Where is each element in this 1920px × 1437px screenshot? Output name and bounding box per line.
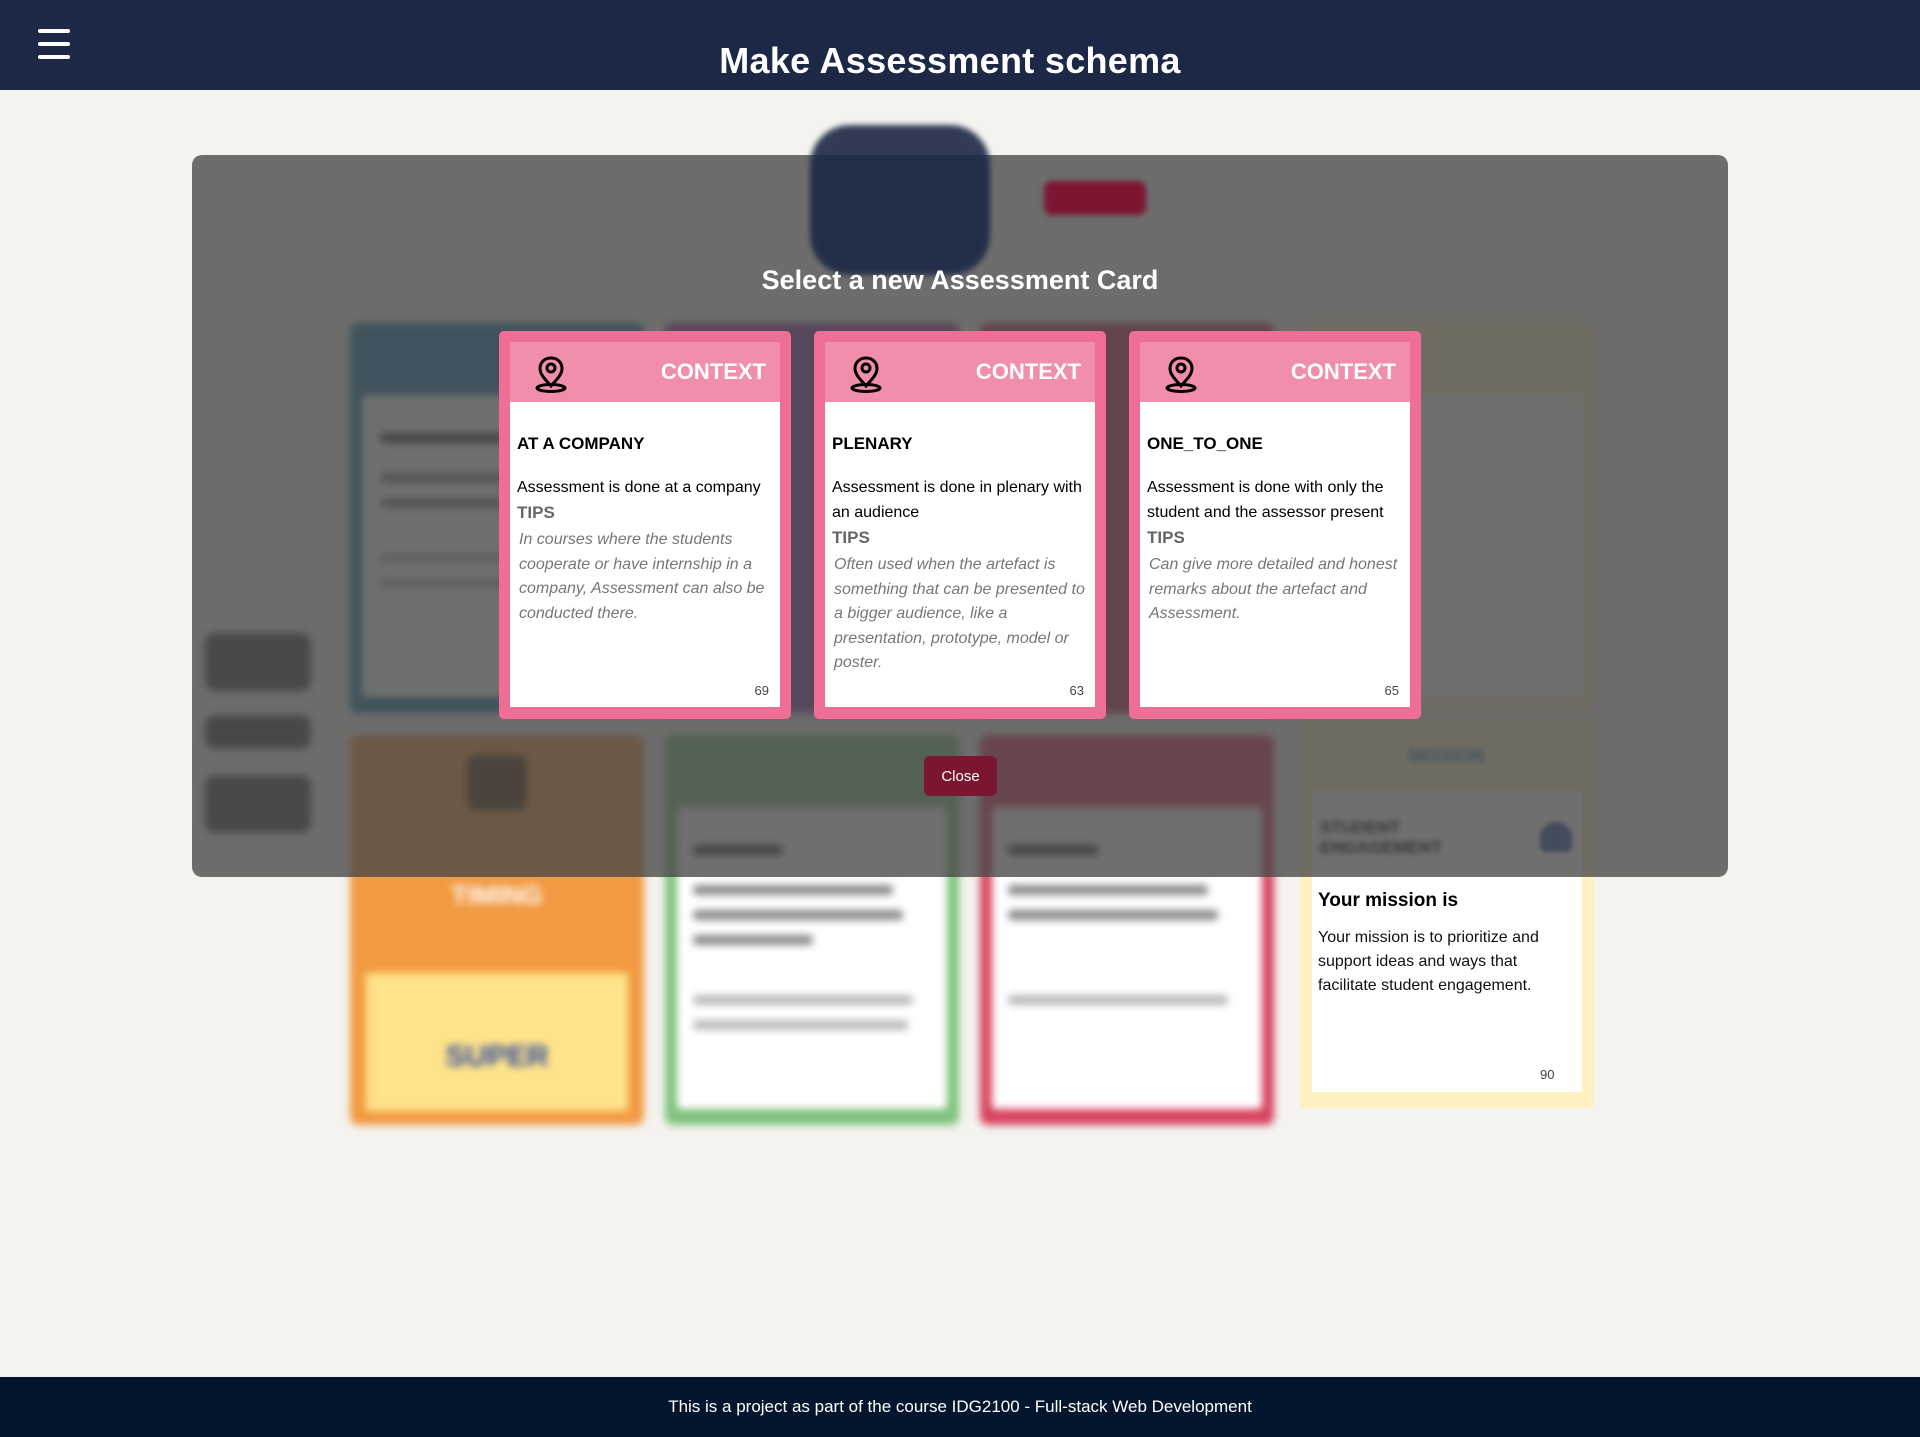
mission-heading: Your mission is: [1318, 890, 1459, 911]
card-title: ONE_TO_ONE: [1147, 434, 1263, 453]
card-category: CONTEXT: [1290, 359, 1396, 384]
mission-text: Your mission is to prioritize and suppor…: [1318, 929, 1539, 994]
card-description-block: Assessment is done at a company TIPS In …: [517, 475, 779, 626]
card-tips-label: TIPS: [517, 503, 555, 522]
card-tips-label: TIPS: [832, 528, 870, 547]
context-card-at-a-company[interactable]: CONTEXT AT A COMPANY Assessment is done …: [499, 331, 791, 719]
card-header: CONTEXT: [825, 342, 1095, 402]
map-pin-icon: [1165, 356, 1197, 393]
card-body: AT A COMPANY Assessment is done at a com…: [510, 402, 780, 707]
card-description: Assessment is done in plenary with an au…: [832, 479, 1082, 521]
card-title: PLENARY: [832, 434, 913, 453]
footer: This is a project as part of the course …: [0, 1377, 1920, 1437]
card-header: CONTEXT: [1140, 342, 1410, 402]
modal-title: Select a new Assessment Card: [761, 265, 1159, 295]
bg-assign-card-button: [810, 125, 990, 275]
card-number: 63: [1069, 683, 1084, 698]
card-body: PLENARY Assessment is done in plenary wi…: [825, 402, 1095, 707]
footer-text: This is a project as part of the course …: [668, 1397, 1252, 1416]
card-description-block: Assessment is done in plenary with an au…: [832, 475, 1094, 676]
card-description-block: Assessment is done with only the student…: [1147, 475, 1409, 627]
map-pin-icon: [535, 356, 567, 393]
bg-end-game-button: [1044, 181, 1146, 215]
card-title: AT A COMPANY: [517, 434, 645, 453]
card-tips: Often used when the artefact is somethin…: [834, 556, 1085, 671]
context-card-one-to-one[interactable]: CONTEXT ONE_TO_ONE Assessment is done wi…: [1129, 331, 1421, 719]
card-header: CONTEXT: [510, 342, 780, 402]
top-header: Make Assessment schema: [0, 0, 1920, 90]
page-title: Make Assessment schema: [719, 40, 1181, 81]
mission-number: 90: [1540, 1067, 1555, 1082]
context-card-plenary[interactable]: CONTEXT PLENARY Assessment is done in pl…: [814, 331, 1106, 719]
card-body: ONE_TO_ONE Assessment is done with only …: [1140, 402, 1410, 707]
card-tips: In courses where the students cooperate …: [519, 531, 765, 622]
card-description: Assessment is done at a company: [517, 479, 761, 496]
card-number: 69: [754, 683, 769, 698]
close-button[interactable]: Close: [924, 756, 997, 796]
card-tips-label: TIPS: [1147, 528, 1185, 547]
card-category: CONTEXT: [975, 359, 1081, 384]
map-pin-icon: [850, 356, 882, 393]
card-tips: Can give more detailed and honest remark…: [1149, 556, 1398, 622]
card-category: CONTEXT: [660, 359, 766, 384]
card-description: Assessment is done with only the student…: [1147, 479, 1384, 521]
card-number: 65: [1384, 683, 1399, 698]
